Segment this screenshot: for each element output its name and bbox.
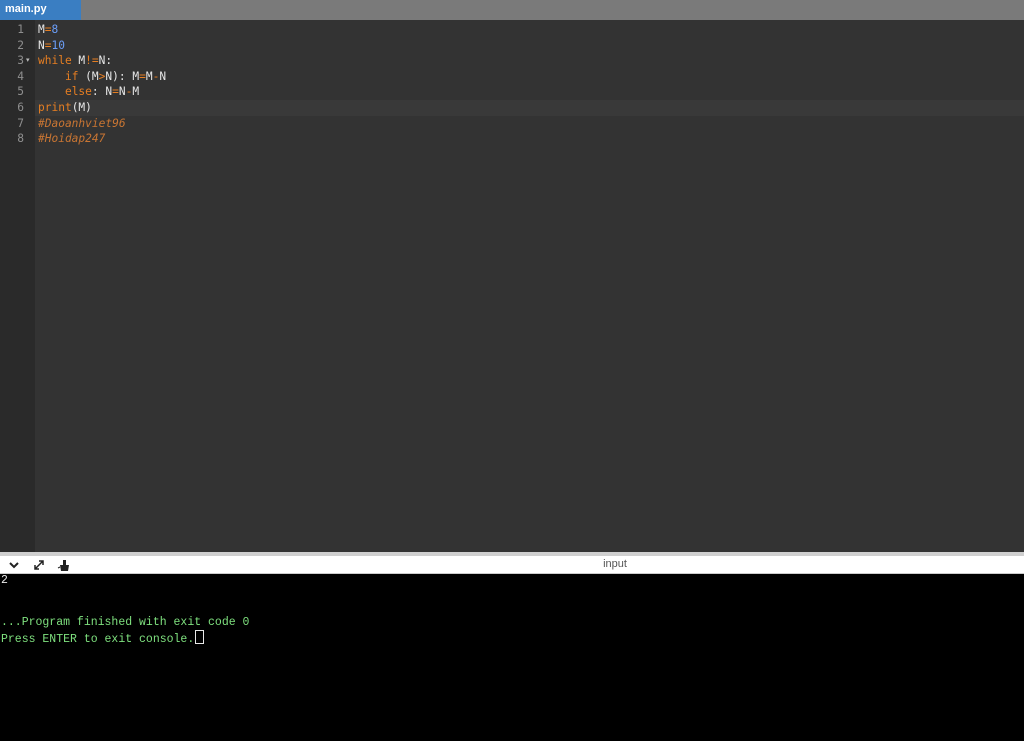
line-number: 5 <box>17 85 24 99</box>
code-token: 8 <box>51 23 59 36</box>
code-token: : N <box>91 85 113 99</box>
input-label: input <box>603 558 627 570</box>
code-line[interactable]: else: N=N-M <box>35 84 1024 100</box>
line-number: 3 <box>17 54 24 68</box>
code-token: N <box>38 38 45 52</box>
tab-main-py[interactable]: main.py <box>0 0 81 20</box>
code-line[interactable]: N=10 <box>35 38 1024 54</box>
code-line-content: else: N=N-M <box>35 85 139 98</box>
code-token: (M) <box>71 101 92 114</box>
line-number: 4 <box>17 69 24 83</box>
code-line-content: while M!=N: <box>35 54 112 67</box>
code-token: N <box>118 85 126 99</box>
code-token: N): M <box>105 69 140 83</box>
code-line-content: M=8 <box>35 23 58 36</box>
exit-status-text: ...Program finished with exit code 0 <box>1 616 250 629</box>
code-line[interactable]: #Daoanhviet96 <box>35 116 1024 132</box>
code-line-content: print(M) <box>35 101 92 114</box>
code-token: N <box>159 69 167 83</box>
code-line-content: #Daoanhviet96 <box>35 117 126 130</box>
code-token: if <box>64 69 79 83</box>
expand-icon[interactable] <box>31 557 47 573</box>
code-token: #Daoanhviet96 <box>38 116 126 130</box>
code-line[interactable]: if (M>N): M=M-N <box>35 69 1024 85</box>
code-token: (M <box>78 69 99 83</box>
code-token: = <box>44 23 52 36</box>
code-line-content: #Hoidap247 <box>35 132 105 145</box>
console-toolbar: input <box>0 556 1024 574</box>
code-token: while <box>38 54 72 68</box>
clear-console-icon[interactable] <box>55 557 71 573</box>
fold-toggle-icon[interactable]: ▾ <box>26 53 30 69</box>
exit-prompt-text: Press ENTER to exit console. <box>1 633 195 646</box>
code-token: M <box>38 23 45 36</box>
line-number: 8 <box>17 132 24 146</box>
code-token: = <box>44 38 52 52</box>
code-line-content: N=10 <box>35 39 65 52</box>
code-area[interactable]: M=8 N=10 while M!=N: if (M>N): M=M-N else:… <box>35 20 1024 552</box>
code-line[interactable]: M=8 <box>35 22 1024 38</box>
line-number: 7 <box>17 116 24 130</box>
exit-prompt-line: Press ENTER to exit console. <box>1 630 205 647</box>
code-token: #Hoidap247 <box>38 132 106 146</box>
line-number: 6 <box>17 101 24 114</box>
code-token: print <box>38 101 72 114</box>
code-token: 10 <box>51 38 65 52</box>
code-editor[interactable]: 1 2 3 ▾ 4 5 6 7 8 M=8 N=10 while M!=N: if (M>N): M… <box>0 20 1024 552</box>
line-number-gutter: 1 2 3 ▾ 4 5 6 7 8 <box>0 20 35 552</box>
code-token: M <box>132 85 140 99</box>
code-line[interactable]: while M!=N: <box>35 53 1024 69</box>
code-token: = <box>139 69 146 83</box>
console-output[interactable]: 2 ...Program finished with exit code 0 P… <box>0 574 1024 741</box>
code-line[interactable]: #Hoidap247 <box>35 131 1024 147</box>
tab-bar: main.py <box>0 0 1024 20</box>
code-token: M <box>71 54 86 68</box>
code-line-content: if (M>N): M=M-N <box>35 70 166 83</box>
code-token: = <box>112 85 119 99</box>
code-token: != <box>85 54 99 68</box>
code-token: M <box>145 69 153 83</box>
chevron-down-icon[interactable] <box>6 557 22 573</box>
program-output: 2 <box>1 574 8 587</box>
line-number: 2 <box>17 38 24 52</box>
line-number: 1 <box>17 23 24 36</box>
text-cursor <box>195 630 205 644</box>
code-token: else <box>64 85 92 99</box>
code-line[interactable]: print(M) <box>35 100 1024 116</box>
code-token: N: <box>98 54 113 68</box>
